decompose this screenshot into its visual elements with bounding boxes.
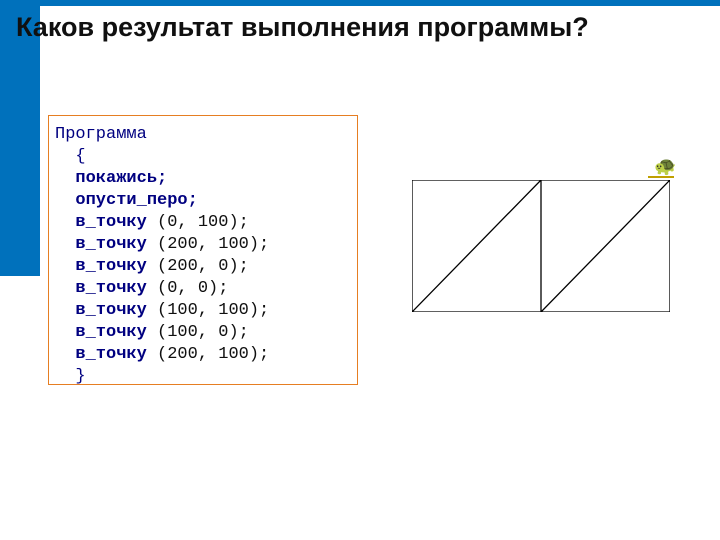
- code-line: {: [55, 146, 351, 168]
- code-line: в_точку (100, 100);: [55, 300, 351, 322]
- code-line: в_точку (0, 100);: [55, 212, 351, 234]
- code-line: в_точку (200, 100);: [55, 234, 351, 256]
- code-line: Программа: [55, 124, 351, 146]
- accent-top: [0, 0, 720, 6]
- program-code-box: Программа { покажись; опусти_перо; в_точ…: [48, 115, 358, 385]
- code-line: опусти_перо;: [55, 190, 351, 212]
- code-line: }: [55, 366, 351, 388]
- slide-title: Каков результат выполнения программы?: [16, 12, 589, 43]
- code-line: покажись;: [55, 168, 351, 190]
- drawn-path: [412, 180, 670, 312]
- turtle-icon: 🐢: [654, 156, 676, 177]
- code-line: в_точку (100, 0);: [55, 322, 351, 344]
- code-line: в_точку (200, 100);: [55, 344, 351, 366]
- accent-side: [0, 6, 40, 276]
- program-output-drawing: [412, 180, 670, 312]
- code-line: в_точку (200, 0);: [55, 256, 351, 278]
- code-line: в_точку (0, 0);: [55, 278, 351, 300]
